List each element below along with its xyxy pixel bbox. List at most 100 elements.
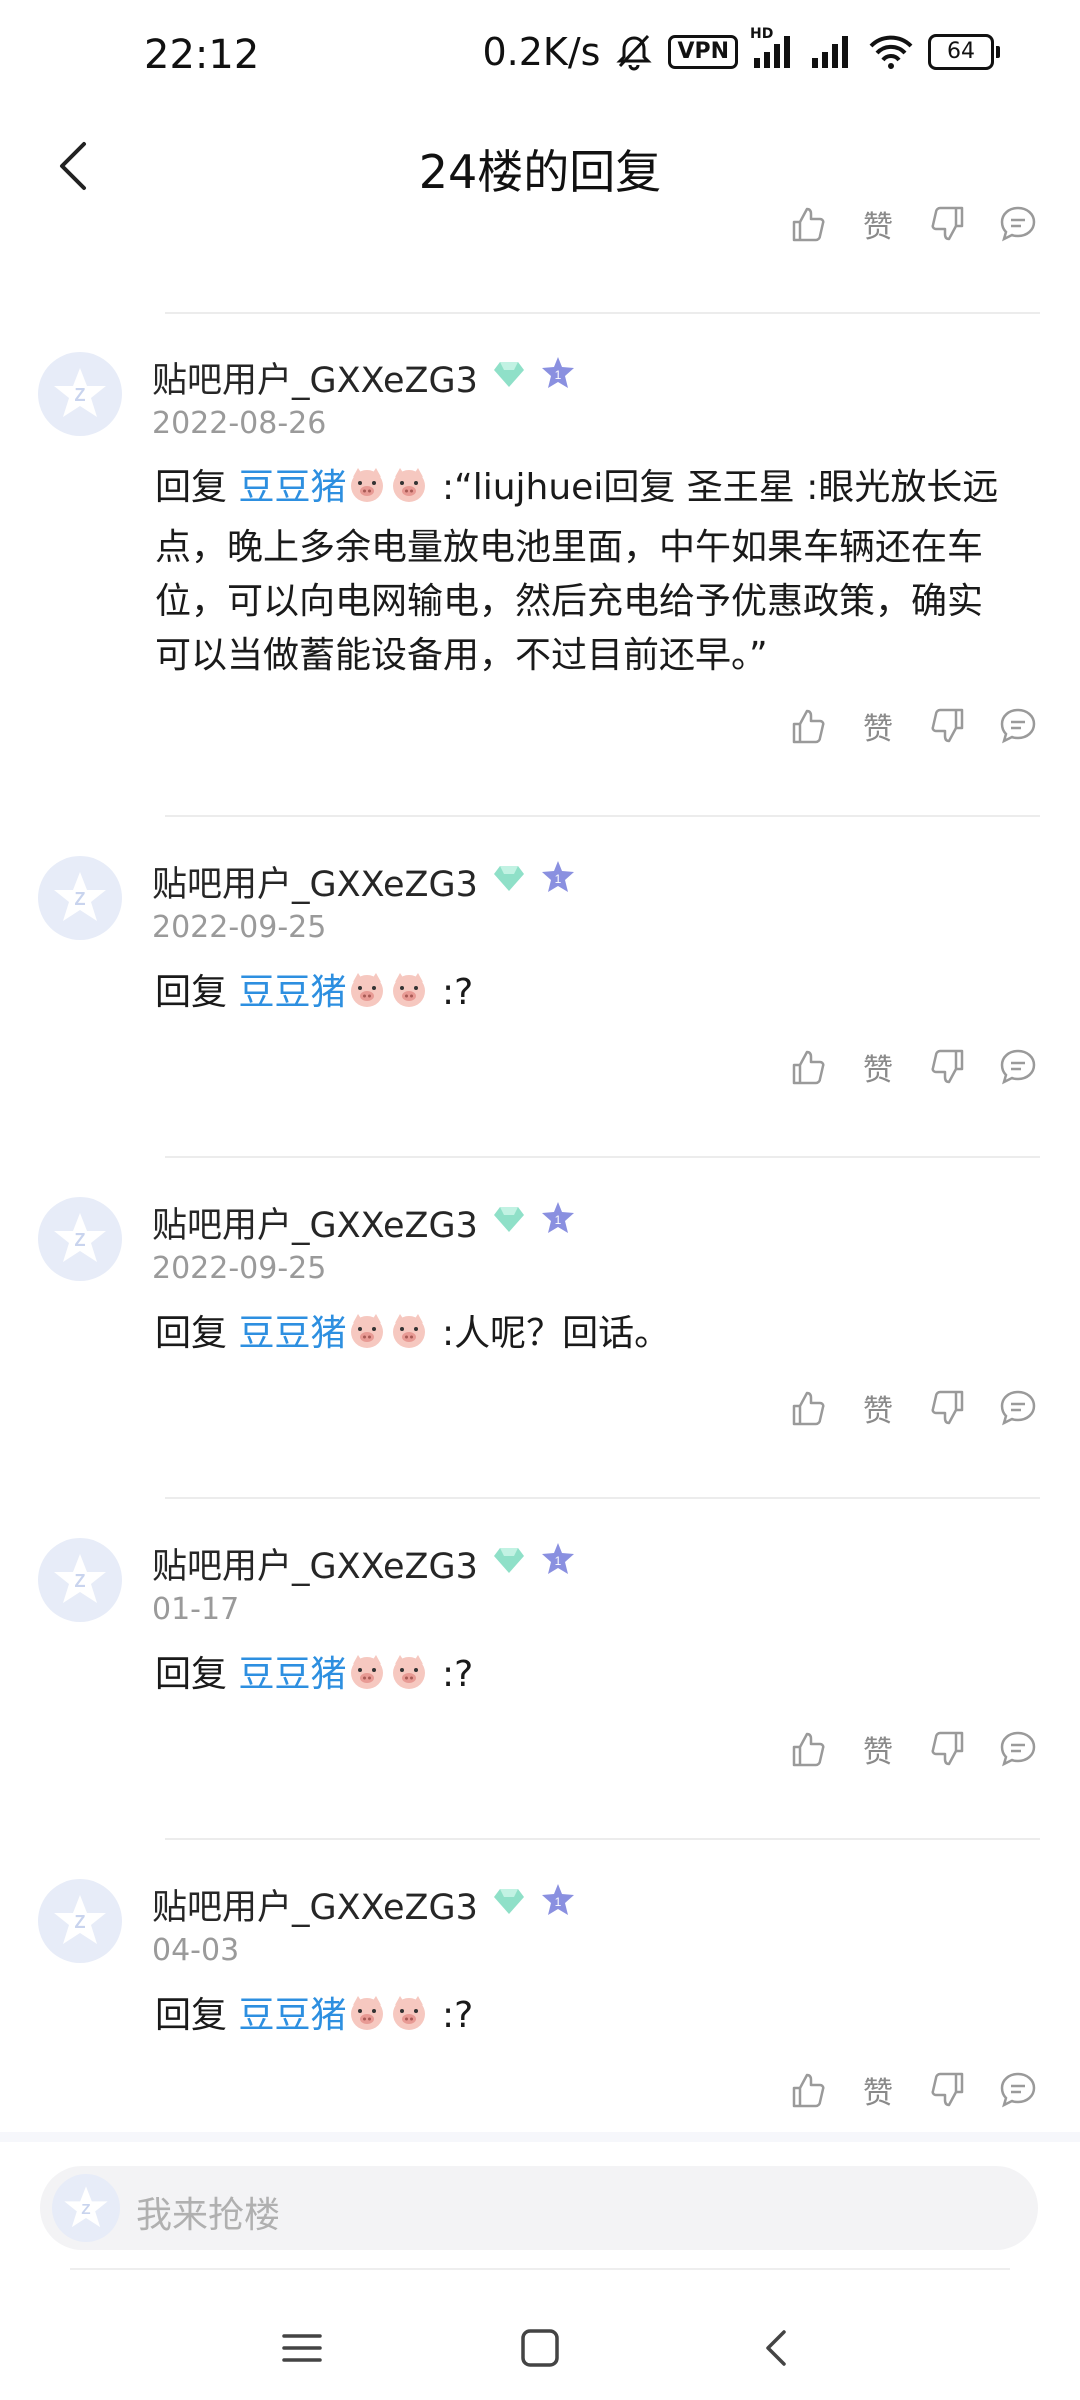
post-date: 2022-09-25 <box>152 1251 327 1286</box>
status-bar: 22:12 0.2K/s VPN HD 64 <box>0 0 1080 120</box>
status-time: 22:12 <box>144 32 260 78</box>
thumbs-down-icon[interactable] <box>928 706 968 746</box>
divider <box>165 1497 1040 1499</box>
input-placeholder[interactable]: 我来抢楼 <box>136 2186 280 2238</box>
diamond-icon <box>492 862 526 902</box>
avatar[interactable]: Z <box>38 856 122 940</box>
thumbs-up-icon[interactable] <box>788 204 828 244</box>
reply-prefix: 回复 <box>155 1313 228 1354</box>
avatar[interactable]: Z <box>38 352 122 436</box>
level-badge-icon: 1 <box>540 1882 576 1927</box>
mention-link[interactable]: 豆豆猪 <box>238 972 346 1013</box>
post-date: 2022-09-25 <box>152 910 327 945</box>
level-badge-icon: 1 <box>540 1541 576 1586</box>
reply-prefix: 回复 <box>155 972 228 1013</box>
comment-icon[interactable] <box>998 204 1038 244</box>
username[interactable]: 贴吧用户_GXXeZG3 1 <box>152 1538 576 1589</box>
thumbs-down-icon[interactable] <box>928 2070 968 2110</box>
username[interactable]: 贴吧用户_GXXeZG3 1 <box>152 352 576 403</box>
signal-icon <box>810 34 854 70</box>
mention-link[interactable]: 豆豆猪 <box>238 1313 346 1354</box>
thumbs-up-icon[interactable] <box>788 706 828 746</box>
mute-bell-icon <box>614 32 654 72</box>
hd-label: HD <box>750 26 774 42</box>
svg-text:1: 1 <box>555 872 562 886</box>
home-icon[interactable] <box>500 2308 580 2388</box>
pig-emoji-icon <box>346 465 388 521</box>
reply-prefix: 回复 <box>155 467 228 508</box>
like-label[interactable]: 赞 <box>858 1386 898 1430</box>
thumbs-up-icon[interactable] <box>788 1388 828 1428</box>
avatar[interactable]: Z <box>38 1197 122 1281</box>
action-row: 赞 <box>788 2060 1038 2120</box>
thumbs-up-icon[interactable] <box>788 1047 828 1087</box>
username[interactable]: 贴吧用户_GXXeZG3 1 <box>152 1879 576 1930</box>
nav-back-icon[interactable] <box>738 2308 818 2388</box>
comment-icon[interactable] <box>998 1729 1038 1769</box>
comment-icon[interactable] <box>998 706 1038 746</box>
pig-emoji-icon <box>388 1993 430 2049</box>
menu-icon[interactable] <box>262 2308 342 2388</box>
level-badge-icon: 1 <box>540 859 576 904</box>
level-badge-icon: 1 <box>540 355 576 400</box>
username-text: 贴吧用户_GXXeZG3 <box>152 1888 478 1928</box>
reply-text: :? <box>441 972 474 1013</box>
pig-emoji-icon <box>388 970 430 1026</box>
comment-icon[interactable] <box>998 1047 1038 1087</box>
like-label[interactable]: 赞 <box>858 1727 898 1771</box>
thumbs-down-icon[interactable] <box>928 204 968 244</box>
thumbs-down-icon[interactable] <box>928 1388 968 1428</box>
diamond-icon <box>492 1544 526 1584</box>
reply-text: :? <box>441 1995 474 2036</box>
reply-prefix: 回复 <box>155 1654 228 1695</box>
thumbs-up-icon[interactable] <box>788 1729 828 1769</box>
battery-level: 64 <box>928 34 994 70</box>
avatar[interactable]: Z <box>38 1879 122 1963</box>
post-date: 01-17 <box>152 1592 240 1627</box>
wifi-icon <box>868 34 914 70</box>
like-label[interactable]: 赞 <box>858 704 898 748</box>
like-label[interactable]: 赞 <box>858 1045 898 1089</box>
like-label[interactable]: 赞 <box>858 202 898 246</box>
pig-emoji-icon <box>346 1652 388 1708</box>
thumbs-up-icon[interactable] <box>788 2070 828 2110</box>
like-label[interactable]: 赞 <box>858 2068 898 2112</box>
battery-icon: 64 <box>928 34 1000 70</box>
thumbs-down-icon[interactable] <box>928 1729 968 1769</box>
nav-separator <box>70 2268 1010 2270</box>
svg-text:Z: Z <box>75 1912 86 1932</box>
mention-link[interactable]: 豆豆猪 <box>238 467 346 508</box>
username-text: 贴吧用户_GXXeZG3 <box>152 361 478 401</box>
network-speed: 0.2K/s <box>482 30 601 74</box>
pig-emoji-icon <box>388 465 430 521</box>
thumbs-down-icon[interactable] <box>928 1047 968 1087</box>
status-icons: 0.2K/s VPN HD 64 <box>482 26 1000 74</box>
reply-input[interactable]: Z 我来抢楼 <box>40 2166 1038 2250</box>
action-row: 赞 <box>788 696 1038 756</box>
divider <box>165 1838 1040 1840</box>
mention-link[interactable]: 豆豆猪 <box>238 1654 346 1695</box>
svg-text:1: 1 <box>555 1554 562 1568</box>
svg-text:Z: Z <box>75 889 86 909</box>
pig-emoji-icon <box>346 1993 388 2049</box>
signal-hd-icon: HD <box>750 26 796 70</box>
username[interactable]: 贴吧用户_GXXeZG3 1 <box>152 1197 576 1248</box>
pig-emoji-icon <box>388 1311 430 1367</box>
comment-icon[interactable] <box>998 2070 1038 2110</box>
username-text: 贴吧用户_GXXeZG3 <box>152 865 478 905</box>
svg-text:1: 1 <box>555 1895 562 1909</box>
action-row: 赞 <box>788 1719 1038 1779</box>
username[interactable]: 贴吧用户_GXXeZG3 1 <box>152 856 576 907</box>
username-text: 贴吧用户_GXXeZG3 <box>152 1206 478 1246</box>
divider <box>165 312 1040 314</box>
diamond-icon <box>492 358 526 398</box>
post-content: 回复 豆豆猪 :? <box>155 966 1015 1026</box>
post-content: 回复 豆豆猪 :人呢？回话。 <box>155 1307 1015 1367</box>
reply-text: :人呢？回话。 <box>441 1313 671 1354</box>
comment-icon[interactable] <box>998 1388 1038 1428</box>
bottom-separator <box>0 2132 1080 2142</box>
svg-text:1: 1 <box>555 1213 562 1227</box>
mention-link[interactable]: 豆豆猪 <box>238 1995 346 2036</box>
pig-emoji-icon <box>346 970 388 1026</box>
avatar[interactable]: Z <box>38 1538 122 1622</box>
